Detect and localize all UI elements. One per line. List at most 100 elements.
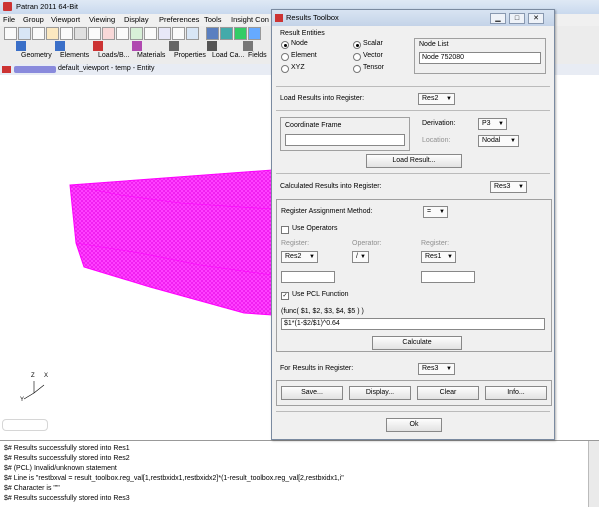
menu-group[interactable]: Group: [23, 15, 44, 24]
right-scalar-input[interactable]: [421, 271, 475, 283]
left-register-dropdown[interactable]: Res2 ▼: [281, 251, 318, 263]
open-icon[interactable]: [18, 27, 31, 40]
viewport-icon: [2, 66, 11, 73]
history-line: $# Character is "'": [4, 485, 60, 492]
ok-button[interactable]: Ok: [386, 418, 442, 432]
divider: [276, 173, 550, 174]
stop-icon[interactable]: [102, 27, 115, 40]
use-operators-checkbox[interactable]: [281, 226, 289, 234]
save-icon[interactable]: [32, 27, 45, 40]
assign-method-dropdown[interactable]: = ▼: [423, 206, 448, 218]
use-operators-label: Use Operators: [292, 225, 338, 232]
operator-label: Operator:: [352, 240, 382, 247]
chevron-down-icon: ▼: [439, 209, 445, 215]
menu-insight[interactable]: Insight Con: [231, 15, 269, 24]
copy-icon[interactable]: [60, 27, 73, 40]
chevron-down-icon: ▼: [309, 254, 315, 260]
geometry-button[interactable]: Geometry: [3, 41, 52, 63]
close-button[interactable]: ✕: [528, 13, 544, 24]
clear-button[interactable]: Clear: [417, 386, 479, 400]
element-radio[interactable]: [281, 53, 289, 61]
zoom-icon[interactable]: [144, 27, 157, 40]
chevron-down-icon: ▼: [447, 254, 453, 260]
shade-icon[interactable]: [206, 27, 219, 40]
undo-icon[interactable]: [74, 27, 87, 40]
coordinate-frame-input[interactable]: [285, 134, 405, 146]
load-cases-button[interactable]: Load Ca...: [194, 41, 244, 63]
for-results-value: Res3: [422, 365, 439, 372]
fit-icon[interactable]: [130, 27, 143, 40]
minimize-button[interactable]: ▁: [490, 13, 506, 24]
pcl-function-input[interactable]: $1*(1-$2/$1)^0.64: [281, 318, 545, 330]
refresh-icon[interactable]: [116, 27, 129, 40]
fields-icon: [243, 41, 253, 51]
command-history[interactable]: $# Results successfully stored into Res1…: [0, 440, 599, 507]
assign-method-value: =: [427, 208, 432, 215]
node-list-input[interactable]: Node 752080: [419, 52, 541, 64]
operator-value: /: [356, 253, 358, 260]
smooth-icon[interactable]: [248, 27, 261, 40]
node-radio[interactable]: [281, 41, 289, 49]
menu-viewport[interactable]: Viewport: [51, 15, 80, 24]
right-register-dropdown[interactable]: Res1 ▼: [421, 251, 456, 263]
info-button[interactable]: Info...: [485, 386, 547, 400]
properties-icon: [169, 41, 179, 51]
save-button[interactable]: Save...: [281, 386, 343, 400]
loads-bcs-button[interactable]: Loads/B...: [80, 41, 130, 63]
calculate-button[interactable]: Calculate: [372, 336, 462, 350]
properties-button[interactable]: Properties: [156, 41, 206, 63]
calc-register-value: Res3: [494, 183, 511, 190]
operator-dropdown[interactable]: / ▼: [352, 251, 369, 263]
new-icon[interactable]: [4, 27, 17, 40]
for-results-dropdown[interactable]: Res3 ▼: [418, 363, 455, 375]
tensor-radio[interactable]: [353, 65, 361, 73]
xyz-radio[interactable]: [281, 65, 289, 73]
print-icon[interactable]: [46, 27, 59, 40]
color-icon[interactable]: [234, 27, 247, 40]
location-label: Location:: [422, 137, 451, 144]
load-result-button[interactable]: Load Result...: [366, 154, 462, 168]
scalar-radio[interactable]: [353, 41, 361, 49]
render-icon[interactable]: [220, 27, 233, 40]
load-register-dropdown[interactable]: Res2 ▼: [418, 93, 455, 105]
location-dropdown[interactable]: Nodal ▼: [478, 135, 519, 147]
result-entities-group: Result Entities Node Element XYZ Scalar …: [276, 30, 412, 74]
axis-x-label: X: [44, 373, 49, 379]
vector-radio[interactable]: [353, 53, 361, 61]
pan-icon[interactable]: [172, 27, 185, 40]
display-button[interactable]: Display...: [349, 386, 411, 400]
menu-viewing[interactable]: Viewing: [89, 15, 115, 24]
chevron-down-icon: ▼: [446, 366, 452, 372]
derivation-dropdown[interactable]: P3 ▼: [478, 118, 507, 130]
use-pcl-checkbox[interactable]: ✓: [281, 292, 289, 300]
scalar-label: Scalar: [363, 40, 383, 47]
dialog-title-bar: Results Toolbox ▁ □ ✕: [272, 10, 554, 26]
axis-z-label: Z: [31, 373, 35, 379]
calc-register-dropdown[interactable]: Res3 ▼: [490, 181, 527, 193]
node-label: Node: [291, 40, 308, 47]
materials-button[interactable]: Materials: [118, 41, 165, 63]
app-title: Patran 2011 64-Bit: [16, 2, 78, 11]
coordinate-frame-label: Coordinate Frame: [285, 122, 342, 129]
load-register-label: Load Results into Register:: [280, 95, 365, 102]
derivation-label: Derivation:: [422, 120, 456, 127]
watermark-logo: [2, 419, 48, 431]
pcl-function-signature: (func( $1, $2, $3, $4, $5 ) ): [281, 308, 364, 315]
fields-button[interactable]: Fields: [233, 41, 267, 63]
chevron-down-icon: ▼: [498, 121, 504, 127]
reset-icon[interactable]: [88, 27, 101, 40]
maximize-button[interactable]: □: [509, 13, 525, 24]
rotate-icon[interactable]: [158, 27, 171, 40]
console-scrollbar[interactable]: [588, 441, 599, 507]
elements-button[interactable]: Elements: [42, 41, 89, 63]
menu-display[interactable]: Display: [124, 15, 149, 24]
view-icon[interactable]: [186, 27, 199, 40]
loads-icon: [93, 41, 103, 51]
derivation-value: P3: [482, 120, 491, 127]
divider: [276, 86, 550, 87]
menu-file[interactable]: File: [3, 15, 15, 24]
menu-tools[interactable]: Tools: [204, 15, 222, 24]
left-scalar-input[interactable]: [281, 271, 335, 283]
node-list-label: Node List: [419, 41, 449, 48]
menu-preferences[interactable]: Preferences: [159, 15, 199, 24]
